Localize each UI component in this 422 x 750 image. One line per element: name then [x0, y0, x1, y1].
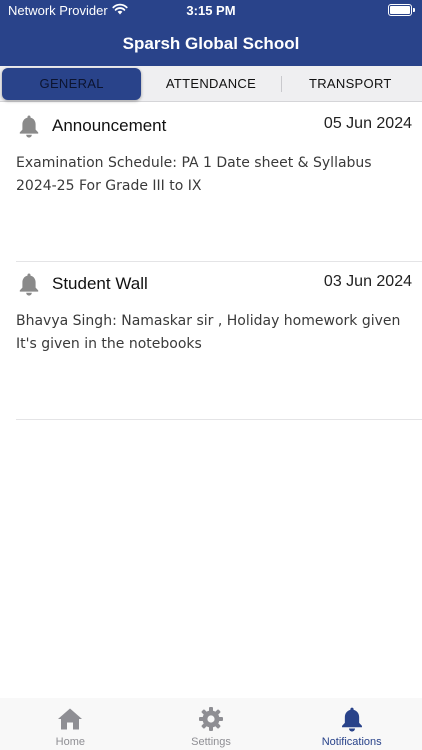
notification-body: Examination Schedule: PA 1 Date sheet & … [16, 155, 372, 194]
bottom-nav: Home Settings Notifications [0, 698, 422, 750]
notification-body: Bhavya Singh: Namaskar sir , Holiday hom… [16, 313, 401, 352]
notification-list: Announcement 05 Jun 2024 Examination Sch… [0, 104, 422, 420]
status-bar: Network Provider 3:15 PM [0, 0, 422, 22]
bell-icon [16, 271, 42, 297]
segmented-tabs: GENERAL ATTENDANCE TRANSPORT [0, 66, 422, 102]
nav-notifications-label: Notifications [321, 736, 382, 748]
nav-home-label: Home [55, 736, 85, 748]
battery-icon [388, 4, 415, 16]
bell-icon [16, 113, 42, 139]
tab-attendance[interactable]: ATTENDANCE [141, 68, 280, 100]
nav-notifications[interactable]: Notifications [281, 698, 422, 750]
gear-icon [197, 705, 225, 733]
tab-general[interactable]: GENERAL [2, 67, 142, 100]
home-icon [56, 705, 84, 733]
notification-header: Announcement 05 Jun 2024 [16, 112, 412, 140]
notification-date: 05 Jun 2024 [323, 115, 412, 132]
app-header: Network Provider 3:15 PM Sparsh Global S… [0, 0, 422, 66]
notification-date: 03 Jun 2024 [323, 273, 412, 290]
nav-home[interactable]: Home [0, 698, 141, 750]
notification-item[interactable]: Student Wall 03 Jun 2024 Bhavya Singh: N… [16, 262, 422, 420]
bell-icon [338, 705, 366, 733]
notification-title: Announcement [52, 116, 167, 135]
notification-title: Student Wall [52, 274, 148, 293]
tab-transport[interactable]: TRANSPORT [280, 68, 420, 100]
status-time: 3:15 PM [186, 3, 236, 18]
page-title: Sparsh Global School [122, 34, 300, 53]
nav-settings-label: Settings [191, 736, 231, 748]
notification-item[interactable]: Announcement 05 Jun 2024 Examination Sch… [16, 104, 422, 262]
nav-settings[interactable]: Settings [141, 698, 282, 750]
notification-header: Student Wall 03 Jun 2024 [16, 270, 412, 298]
